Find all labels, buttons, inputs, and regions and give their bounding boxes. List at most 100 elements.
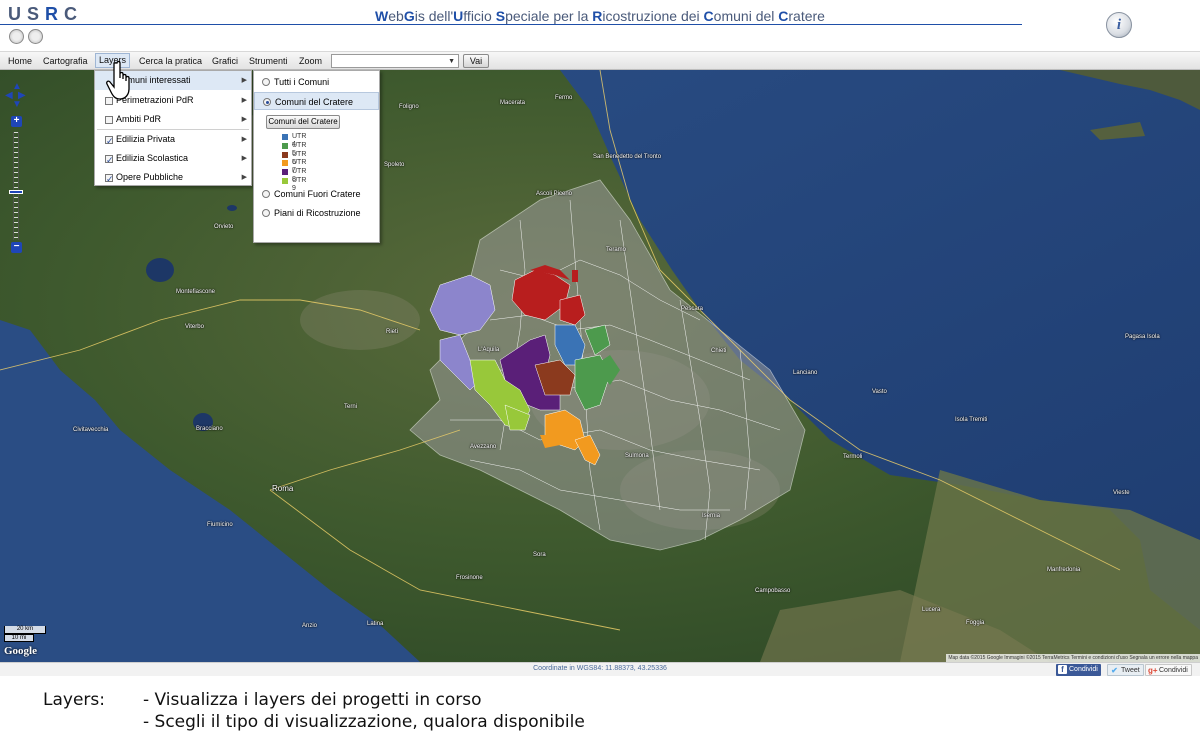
status-bar: Coordinate in WGS84: 11.88373, 43.25336 … <box>0 662 1200 676</box>
title-initial: C <box>778 8 789 24</box>
menu-zoom[interactable]: Zoom <box>299 55 322 68</box>
title-text: fficio <box>463 8 496 24</box>
place-label: Sulmona <box>625 453 649 459</box>
twitter-icon: ✔ <box>1111 666 1118 675</box>
menu-home[interactable]: Home <box>8 55 32 68</box>
layer-label: Ambiti PdR <box>116 114 162 124</box>
radio-button[interactable] <box>263 98 271 106</box>
zoom-out-button[interactable]: − <box>11 242 22 253</box>
layer-checkbox[interactable] <box>105 151 114 170</box>
title-text: is dell' <box>414 8 454 24</box>
layer-label: Opere Pubbliche <box>116 172 184 182</box>
zoom-select[interactable]: ▼ <box>331 54 459 68</box>
option-label: Tutti i Comuni <box>274 77 330 87</box>
header-divider <box>0 24 1022 25</box>
seal-icon <box>9 29 24 44</box>
hand-cursor-icon <box>106 60 130 100</box>
place-label: Latina <box>367 621 384 627</box>
place-label: Rieti <box>386 329 399 335</box>
option-comuni-fuori-cratere[interactable]: Comuni Fuori Cratere <box>254 185 379 203</box>
scale-km: 20 km <box>4 626 46 634</box>
title-initial: C <box>703 8 714 24</box>
menu-cartografia[interactable]: Cartografia <box>43 55 88 68</box>
option-label: Comuni Fuori Cratere <box>274 189 361 199</box>
info-icon[interactable]: i <box>1106 12 1132 38</box>
layer-item-ambiti-pdr[interactable]: Ambiti PdR ▶ <box>95 110 251 129</box>
caption-line: - Visualizza i layers dei progetti in co… <box>143 690 482 710</box>
google-plus-share-button[interactable]: g+ Condividi <box>1145 664 1192 676</box>
legend-swatch <box>282 178 288 184</box>
comuni-del-cratere-button[interactable]: Comuni del Cratere <box>266 115 340 129</box>
option-label: Comuni del Cratere <box>275 97 354 107</box>
caption-term: Layers: <box>43 690 105 710</box>
title-text: eb <box>388 8 404 24</box>
menu-strumenti[interactable]: Strumenti <box>249 55 288 68</box>
legend-swatch <box>282 134 288 140</box>
layer-checkbox[interactable] <box>105 116 113 124</box>
legend-swatch <box>282 160 288 167</box>
place-label: Macerata <box>500 100 526 106</box>
share-label: Condividi <box>1069 666 1098 673</box>
zoom-slider-thumb[interactable] <box>9 190 23 194</box>
place-label: Spoleto <box>384 162 405 168</box>
chevron-right-icon: ▶ <box>241 77 247 84</box>
header: USRC WebGis dell'Ufficio Speciale per la… <box>0 0 1200 52</box>
place-label: Foligno <box>399 104 419 110</box>
layer-label: Edilizia Scolastica <box>116 153 189 163</box>
layer-item-edilizia-privata[interactable]: Edilizia Privata ▶ <box>95 130 251 151</box>
option-comuni-del-cratere[interactable]: Comuni del Cratere <box>254 92 379 110</box>
radio-button[interactable] <box>262 190 270 198</box>
option-piani-di-ricostruzione[interactable]: Piani di Ricostruzione <box>254 204 379 222</box>
option-tutti-i-comuni[interactable]: Tutti i Comuni <box>254 73 379 91</box>
place-label: L'Aquila <box>478 347 500 353</box>
share-label: Condividi <box>1159 667 1188 674</box>
place-label: Pescara <box>681 306 704 312</box>
menu-grafici[interactable]: Grafici <box>212 55 238 68</box>
menubar: Home Cartografia Layers Cerca la pratica… <box>0 52 1200 70</box>
place-label: Isola Tremiti <box>955 417 988 423</box>
legend-swatch <box>282 151 288 158</box>
place-label: Foggia <box>966 620 985 626</box>
layer-item-edilizia-scolastica[interactable]: Edilizia Scolastica ▶ <box>95 149 251 170</box>
place-label: Pagasa Isola <box>1125 334 1160 340</box>
title-initial: W <box>375 8 389 24</box>
layer-label: Edilizia Privata <box>116 134 176 144</box>
zoom-in-button[interactable]: + <box>11 116 22 127</box>
chevron-down-icon: ▼ <box>448 58 455 65</box>
google-logo: Google <box>4 645 37 657</box>
title-initial: R <box>592 8 603 24</box>
place-label: Lucera <box>922 607 941 613</box>
layer-checkbox[interactable] <box>105 132 114 151</box>
place-label: Sora <box>533 552 546 558</box>
go-button[interactable]: Vai <box>463 54 489 68</box>
facebook-share-button[interactable]: f Condividi <box>1056 664 1101 676</box>
zoom-slider[interactable] <box>13 132 19 240</box>
usrc-logo: USRC <box>8 4 84 24</box>
place-label: Vieste <box>1113 490 1130 496</box>
twitter-share-button[interactable]: ✔ Tweet <box>1107 664 1144 676</box>
place-label: Fermo <box>555 95 573 101</box>
place-label: Viterbo <box>185 324 204 330</box>
layer-checkbox[interactable] <box>105 170 114 189</box>
menu-cerca-la-pratica[interactable]: Cerca la pratica <box>139 55 202 68</box>
chevron-right-icon: ▶ <box>241 97 247 104</box>
facebook-icon: f <box>1058 665 1067 674</box>
title-initial: S <box>495 8 506 24</box>
layer-item-opere-pubbliche[interactable]: Opere Pubbliche ▶ <box>95 168 251 189</box>
chevron-right-icon: ▶ <box>241 116 247 123</box>
radio-button[interactable] <box>262 78 270 86</box>
pan-down-icon[interactable]: ▼ <box>12 100 22 110</box>
coordinates-readout: Coordinate in WGS84: 11.88373, 43.25336 <box>533 665 667 672</box>
webgis-app: USRC WebGis dell'Ufficio Speciale per la… <box>0 0 1200 750</box>
place-label: Civitavecchia <box>73 427 109 433</box>
radio-button[interactable] <box>262 209 270 217</box>
place-label: Isernia <box>702 513 721 519</box>
place-label: Teramo <box>606 247 627 253</box>
chevron-right-icon: ▶ <box>241 136 247 143</box>
legend-swatch <box>282 169 288 176</box>
place-label: Montefiascone <box>176 289 216 295</box>
option-label: Piani di Ricostruzione <box>274 208 361 218</box>
chevron-right-icon: ▶ <box>241 174 247 181</box>
place-label: Terni <box>344 404 358 410</box>
scale-bar: 20 km 10 mi <box>4 626 46 642</box>
